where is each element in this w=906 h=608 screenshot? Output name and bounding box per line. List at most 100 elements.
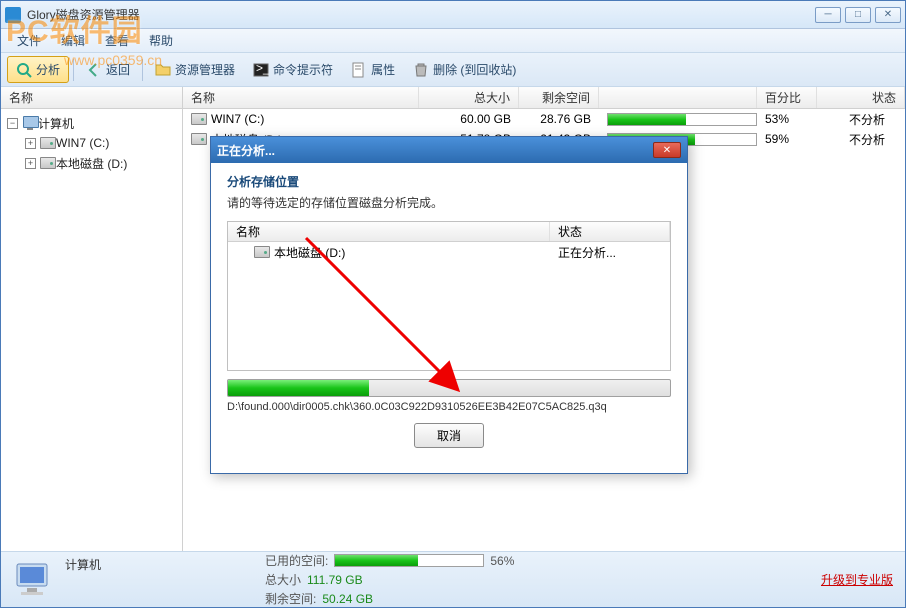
drive-name: WIN7 (C:) <box>211 112 264 126</box>
tree: − 计算机 + WIN7 (C:) + 本地磁盘 (D:) <box>1 109 182 177</box>
analyze-icon <box>16 62 32 78</box>
dialog-buttons: 取消 <box>227 423 671 448</box>
delete-label: 删除 (到回收站) <box>433 61 516 78</box>
delete-button[interactable]: 删除 (到回收站) <box>405 57 524 82</box>
drive-icon <box>40 137 56 149</box>
dlg-col-status[interactable]: 状态 <box>550 222 670 241</box>
tree-item-c[interactable]: + WIN7 (C:) <box>1 133 182 153</box>
properties-icon <box>351 62 367 78</box>
expander-icon[interactable]: − <box>7 118 18 129</box>
dlg-drive-name: 本地磁盘 (D:) <box>274 244 345 261</box>
toolbar-sep <box>142 59 143 81</box>
svg-text:>_: >_ <box>256 62 269 75</box>
menu-file[interactable]: 文件 <box>7 29 51 52</box>
dialog-title: 正在分析... <box>217 142 653 159</box>
dialog-heading: 分析存储位置 <box>227 173 671 190</box>
status-free-label: 剩余空间: <box>265 590 316 607</box>
col-bar[interactable] <box>599 87 757 108</box>
dialog-body: 分析存储位置 请的等待选定的存储位置磁盘分析完成。 名称 状态 本地磁盘 (D:… <box>211 163 687 473</box>
tree-item-label: 本地磁盘 (D:) <box>56 155 127 172</box>
drive-icon <box>191 133 207 145</box>
computer-icon <box>22 116 38 130</box>
menu-edit[interactable]: 编辑 <box>51 29 95 52</box>
cell-status: 不分析 <box>817 131 905 148</box>
menu-help[interactable]: 帮助 <box>139 29 183 52</box>
trash-icon <box>413 62 429 78</box>
analyze-dialog: 正在分析... ✕ 分析存储位置 请的等待选定的存储位置磁盘分析完成。 名称 状… <box>210 136 688 474</box>
dlg-col-name[interactable]: 名称 <box>228 222 550 241</box>
expander-icon[interactable]: + <box>25 138 36 149</box>
dialog-titlebar[interactable]: 正在分析... ✕ <box>211 137 687 163</box>
dialog-list-header: 名称 状态 <box>228 222 670 242</box>
titlebar: Glory磁盘资源管理器 ─ □ ✕ <box>1 1 905 29</box>
col-free[interactable]: 剩余空间 <box>519 87 599 108</box>
statusbar: 计算机 已用的空间: 56% 总大小 111.79 GB 剩余空间: 50.24… <box>1 551 905 607</box>
drive-icon <box>254 246 270 258</box>
cmd-button[interactable]: >_ 命令提示符 <box>245 57 341 82</box>
col-percent[interactable]: 百分比 <box>757 87 817 108</box>
dlg-cell-status: 正在分析... <box>550 244 670 261</box>
computer-large-icon <box>13 562 53 598</box>
status-used-pct: 56% <box>490 554 514 568</box>
list-row[interactable]: WIN7 (C:) 60.00 GB 28.76 GB 53% 不分析 <box>183 109 905 129</box>
status-free-line: 剩余空间: 50.24 GB <box>265 590 514 607</box>
back-label: 返回 <box>106 61 130 78</box>
status-total-line: 总大小 111.79 GB <box>265 571 514 588</box>
sidebar-header[interactable]: 名称 <box>1 87 182 109</box>
dialog-progressbar <box>227 379 671 397</box>
list-header: 名称 总大小 剩余空间 百分比 状态 <box>183 87 905 109</box>
back-button[interactable]: 返回 <box>78 57 138 82</box>
dialog-close-button[interactable]: ✕ <box>653 142 681 158</box>
minimize-button[interactable]: ─ <box>815 7 841 23</box>
upgrade-link[interactable]: 升级到专业版 <box>821 571 893 588</box>
tree-item-label: WIN7 (C:) <box>56 136 109 150</box>
cell-name: WIN7 (C:) <box>183 112 419 126</box>
tree-item-d[interactable]: + 本地磁盘 (D:) <box>1 153 182 173</box>
dialog-list: 名称 状态 本地磁盘 (D:) 正在分析... <box>227 221 671 371</box>
properties-button[interactable]: 属性 <box>343 57 403 82</box>
dialog-list-row[interactable]: 本地磁盘 (D:) 正在分析... <box>228 242 670 262</box>
tree-root[interactable]: − 计算机 <box>1 113 182 133</box>
col-total[interactable]: 总大小 <box>419 87 519 108</box>
status-used-line: 已用的空间: 56% <box>265 552 514 569</box>
explorer-button[interactable]: 资源管理器 <box>147 57 243 82</box>
window-title: Glory磁盘资源管理器 <box>27 6 815 23</box>
terminal-icon: >_ <box>253 62 269 78</box>
toolbar: 分析 返回 资源管理器 >_ 命令提示符 属性 删除 (到回收站) <box>1 53 905 87</box>
cell-pct: 59% <box>757 132 817 146</box>
dlg-cell-name: 本地磁盘 (D:) <box>228 244 550 261</box>
folder-icon <box>155 62 171 78</box>
drive-icon <box>40 157 56 169</box>
cancel-button[interactable]: 取消 <box>414 423 484 448</box>
cell-bar <box>599 113 757 126</box>
status-usage-bar <box>334 554 484 567</box>
cell-status: 不分析 <box>817 111 905 128</box>
analyze-label: 分析 <box>36 61 60 78</box>
col-status[interactable]: 状态 <box>817 87 905 108</box>
menubar: 文件 编辑 查看 帮助 <box>1 29 905 53</box>
menu-view[interactable]: 查看 <box>95 29 139 52</box>
dialog-subtext: 请的等待选定的存储位置磁盘分析完成。 <box>227 194 671 211</box>
cell-free: 28.76 GB <box>519 112 599 126</box>
dialog-progress-fill <box>228 380 369 396</box>
status-total-value: 111.79 GB <box>307 573 363 587</box>
cell-pct: 53% <box>757 112 817 126</box>
status-free-value: 50.24 GB <box>322 592 373 606</box>
cmd-label: 命令提示符 <box>273 61 333 78</box>
explorer-label: 资源管理器 <box>175 61 235 78</box>
maximize-button[interactable]: □ <box>845 7 871 23</box>
close-button[interactable]: ✕ <box>875 7 901 23</box>
status-total-label: 总大小 <box>265 571 301 588</box>
app-icon <box>5 7 21 23</box>
expander-icon[interactable]: + <box>25 158 36 169</box>
col-name[interactable]: 名称 <box>183 87 419 108</box>
toolbar-sep <box>73 59 74 81</box>
sidebar: 名称 − 计算机 + WIN7 (C:) + 本地磁盘 (D:) <box>1 87 183 551</box>
usage-bar <box>607 113 757 126</box>
back-icon <box>86 62 102 78</box>
drive-icon <box>191 113 207 125</box>
window-buttons: ─ □ ✕ <box>815 7 901 23</box>
properties-label: 属性 <box>371 61 395 78</box>
analyze-button[interactable]: 分析 <box>7 56 69 83</box>
tree-root-label: 计算机 <box>38 115 74 132</box>
